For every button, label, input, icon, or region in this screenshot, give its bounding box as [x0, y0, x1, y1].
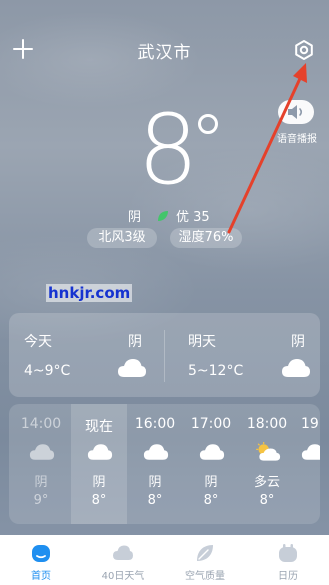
- tomorrow-condition: 阴: [291, 334, 305, 350]
- nav-air-quality[interactable]: 空气质量: [164, 535, 246, 585]
- hour-temp: 8°: [203, 493, 219, 508]
- cloud-icon: [117, 357, 147, 379]
- hour-item-now[interactable]: 现在 阴 8°: [71, 404, 127, 524]
- nav-label: 首页: [31, 571, 51, 582]
- cloud-icon: [281, 357, 311, 379]
- gear-icon: [295, 40, 313, 60]
- hourly-forecast[interactable]: 14:00 阴 9° 现在 阴 8° 16:00 阴 8° 17:00 阴 8°…: [9, 404, 320, 524]
- cloud-icon: [29, 442, 55, 462]
- calendar-icon: [277, 542, 299, 564]
- cloud-icon: [301, 442, 320, 462]
- tomorrow-range: 5~12°C: [188, 363, 244, 379]
- city-title[interactable]: 武汉市: [0, 38, 329, 63]
- nav-home[interactable]: 首页: [0, 535, 82, 585]
- nav-label: 40日天气: [101, 571, 145, 582]
- current-condition: 阴: [128, 210, 142, 225]
- cloud-icon: [143, 442, 169, 462]
- hour-condition: 阴: [204, 475, 218, 490]
- hour-item-18[interactable]: 18:00 多云 8°: [239, 404, 295, 524]
- settings-button[interactable]: [293, 39, 315, 61]
- hour-condition: 多云: [253, 475, 280, 490]
- nav-40-day[interactable]: 40日天气: [82, 535, 164, 585]
- air-quality-index[interactable]: 优 35: [176, 206, 210, 225]
- leaf-icon: [194, 542, 216, 564]
- hour-time: 19: [301, 416, 319, 432]
- wind-badge: 北风3级: [87, 228, 157, 248]
- hour-temp: 8°: [91, 493, 107, 508]
- hour-condition: 阴: [34, 475, 48, 490]
- hour-time: 17:00: [190, 416, 232, 432]
- cloud-icon: [87, 442, 113, 462]
- degree-symbol: [198, 114, 218, 134]
- voice-broadcast-button[interactable]: [278, 100, 314, 124]
- hour-item-14[interactable]: 14:00 阴 9°: [13, 404, 69, 524]
- cloud-icon: [112, 542, 134, 564]
- hour-time: 16:00: [134, 416, 176, 432]
- hour-condition: 阴: [148, 475, 162, 490]
- hour-temp: 8°: [147, 493, 163, 508]
- nav-calendar[interactable]: 日历: [247, 535, 329, 585]
- hour-condition: 阴: [92, 475, 106, 490]
- hour-item-19[interactable]: 19: [297, 404, 320, 524]
- nav-label: 日历: [278, 571, 298, 582]
- hour-item-16[interactable]: 16:00 阴 8°: [127, 404, 183, 524]
- hour-time: 14:00: [20, 416, 62, 432]
- hour-item-17[interactable]: 17:00 阴 8°: [183, 404, 239, 524]
- cloud-icon: [199, 442, 225, 462]
- today-label: 今天: [24, 334, 52, 350]
- humidity-badge: 湿度76%: [170, 228, 242, 248]
- today-range: 4~9°C: [24, 363, 71, 379]
- hour-time: 现在: [85, 419, 113, 435]
- bottom-nav: 首页 40日天气 空气质量 日历: [0, 535, 329, 585]
- hour-time: 18:00: [246, 416, 288, 432]
- hour-temp: 8°: [259, 493, 275, 508]
- home-icon: [30, 542, 52, 564]
- card-divider: [164, 330, 165, 382]
- today-condition: 阴: [128, 334, 142, 350]
- speaker-icon: [288, 105, 303, 119]
- partly-cloudy-icon: [255, 441, 281, 462]
- leaf-icon: [157, 207, 169, 221]
- watermark: hnkjr.com: [46, 284, 133, 302]
- hour-temp: 9°: [33, 493, 49, 508]
- nav-label: 空气质量: [185, 571, 225, 582]
- voice-broadcast-label: 语音播报: [277, 134, 317, 145]
- tomorrow-label: 明天: [188, 334, 216, 350]
